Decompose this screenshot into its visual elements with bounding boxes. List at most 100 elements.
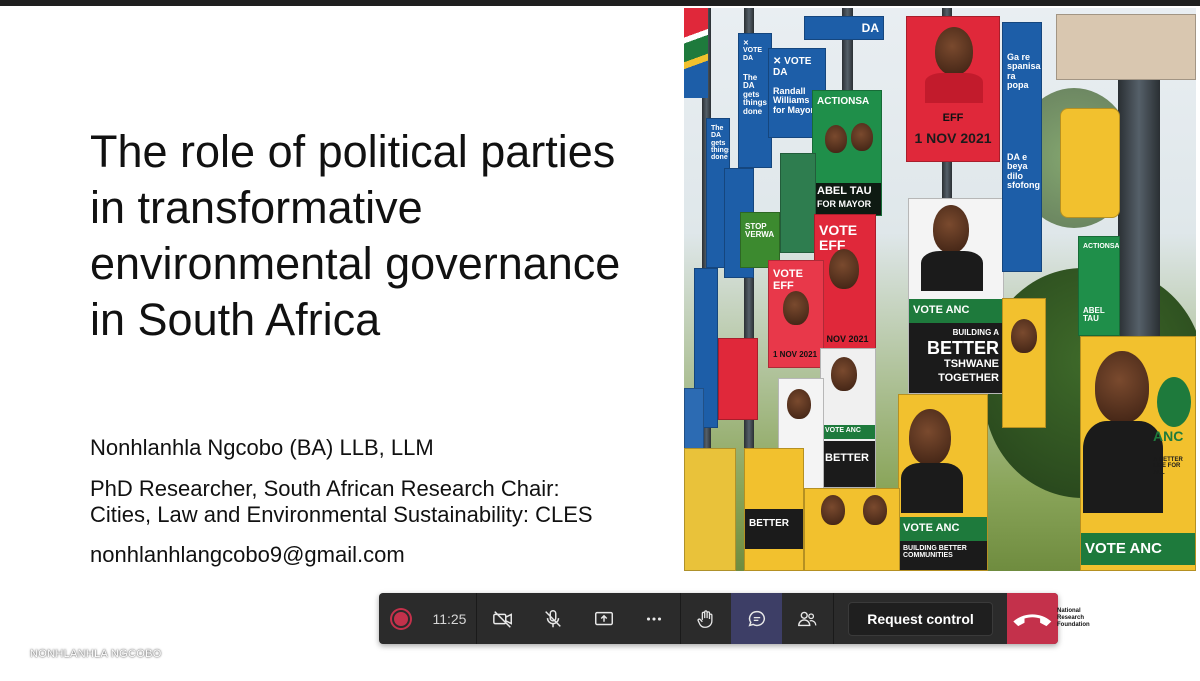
poster-da: ✕ VOTE DA The DA gets things done — [738, 33, 772, 168]
poster-anc: BETTER — [744, 448, 804, 571]
poster-band: BETTER — [821, 441, 875, 487]
poster-text: Ga re spanisana ra popa — [1007, 52, 1041, 91]
candidate-face — [935, 27, 973, 75]
poster-band: BETTER — [745, 509, 803, 549]
chat-icon — [748, 610, 765, 627]
camera-off-icon — [492, 610, 512, 628]
candidate-shirt — [925, 73, 983, 103]
candidate-face — [1011, 319, 1037, 353]
more-actions-button[interactable] — [629, 593, 680, 644]
poster-text: DA — [861, 21, 879, 35]
logo-line: National — [1057, 608, 1081, 614]
hang-up-button[interactable] — [1007, 593, 1058, 644]
shared-slide: The role of political parties in transfo… — [0, 6, 1200, 681]
call-timer: 11:25 — [432, 610, 467, 627]
poster-text: 1 NOV 2021 — [819, 334, 869, 344]
poster-text: 1 NOV 2021 — [773, 350, 818, 359]
poster-text: A BETTER LIFE FOR ALL — [1153, 457, 1183, 476]
election-posters-photo: The DA gets things done ✕ VOTE DA The DA… — [684, 8, 1196, 571]
poster-text: STOP VERWA — [745, 222, 775, 240]
poster-text: TSHWANE — [944, 358, 999, 370]
poster-anc — [804, 488, 900, 571]
recording-indicator — [379, 593, 423, 644]
logo-line: Research — [1057, 615, 1085, 621]
poster-text: ACTIONSA — [817, 96, 870, 107]
poster-text: VOTE EFF — [819, 222, 858, 253]
poster-anc: VOTE ANC BETTER — [820, 348, 876, 488]
flag — [684, 8, 708, 98]
candidate-face — [1095, 351, 1149, 423]
poster-text: FOR MAYOR — [817, 199, 872, 209]
poster-eff: VOTE EFF 1 NOV 2021 — [768, 260, 824, 368]
title-line: environmental governance — [90, 238, 621, 289]
poster-eff: EFF 1 NOV 2021 — [906, 16, 1000, 162]
poster-band: BUILDING A BETTER TSHWANE TOGETHER — [909, 323, 1003, 393]
hang-up-icon — [1013, 614, 1052, 627]
candidate-face — [909, 409, 951, 465]
poster-text: The DA gets things done — [711, 125, 730, 162]
poster-text: BUILDING BETTER COMMUNITIES — [903, 545, 967, 560]
role-line: PhD Researcher, South African Research C… — [90, 476, 560, 501]
candidate-face — [851, 123, 873, 151]
poster-text: BUILDING A — [952, 328, 999, 337]
poster-anc: VOTE ANC BUILDING BETTER COMMUNITIES — [898, 394, 988, 571]
poster-text: BETTER — [927, 338, 999, 358]
more-icon — [647, 616, 662, 621]
title-line: The role of political parties — [90, 126, 616, 177]
poster-text: VOTE EFF — [773, 268, 803, 292]
poster-torn — [1056, 14, 1196, 80]
poster-text: 1 NOV 2021 — [914, 130, 992, 146]
candidate-face — [829, 249, 859, 289]
record-dot-icon — [391, 609, 410, 628]
poster-actionsa — [780, 153, 816, 253]
logo-line: Foundation — [1057, 622, 1090, 628]
candidate-shirt — [901, 463, 963, 513]
poster-anc-tshwane: VOTE ANC BUILDING A BETTER TSHWANE TOGET… — [908, 198, 1004, 394]
candidate-face — [787, 389, 811, 419]
poster-anc — [1060, 108, 1120, 218]
participants-icon — [798, 611, 817, 626]
poster-band: VOTE ANC — [899, 517, 987, 541]
chat-button[interactable] — [731, 593, 783, 644]
poster-band: BUILDING BETTER COMMUNITIES — [899, 541, 987, 570]
poster-text: BETTER — [825, 452, 869, 464]
mic-toggle-button[interactable] — [528, 593, 579, 644]
meeting-controls-bar: 11:25 Request control — [379, 593, 1058, 644]
poster-band: ABEL TAU FOR MAYOR — [813, 183, 881, 215]
author-email: nonhlanhlangcobo9@gmail.com — [90, 542, 405, 567]
raise-hand-button[interactable] — [681, 593, 732, 644]
poster-eff — [718, 338, 758, 420]
poster-text: The DA gets things done — [743, 73, 767, 116]
candidate-face — [863, 495, 887, 525]
request-control-area: Request control — [834, 593, 1008, 644]
title-line: in South Africa — [90, 294, 381, 345]
poster-text: ACTIONSA — [1083, 243, 1120, 250]
camera-toggle-button[interactable] — [477, 593, 528, 644]
poster-text: VOTE ANC — [913, 304, 970, 316]
candidate-face — [831, 357, 857, 391]
poster-anc — [1002, 298, 1046, 428]
poster-text: ANC — [1153, 428, 1184, 444]
participants-button[interactable] — [782, 593, 833, 644]
poster-da: DA — [804, 16, 884, 40]
mic-off-icon — [545, 609, 562, 627]
share-screen-button[interactable] — [579, 593, 630, 644]
title-line: in transformative — [90, 182, 423, 233]
poster-band: VOTE ANC — [1081, 533, 1195, 565]
poster-anc-large: ANC A BETTER LIFE FOR ALL VOTE ANC — [1080, 336, 1196, 571]
poster-actionsa: ACTIONSA ABEL TAU — [1078, 236, 1120, 336]
poster-text: ✕ VOTE DA — [743, 40, 763, 62]
poster-band: VOTE ANC — [821, 425, 875, 439]
poster-anc — [684, 448, 736, 571]
poster-text: EFF — [942, 112, 964, 124]
candidate-shirt — [1083, 421, 1163, 513]
share-screen-icon — [594, 611, 613, 625]
poster-text: TOGETHER — [938, 372, 999, 384]
author-role: PhD Researcher, South African Research C… — [90, 476, 680, 528]
request-control-button[interactable]: Request control — [848, 601, 993, 636]
anc-logo — [1157, 377, 1191, 427]
presenter-name-label: NONHLANHLA NGCOBO — [30, 648, 162, 660]
poster-text: BETTER — [749, 518, 789, 529]
candidate-face — [783, 291, 809, 325]
candidate-face — [825, 125, 847, 153]
